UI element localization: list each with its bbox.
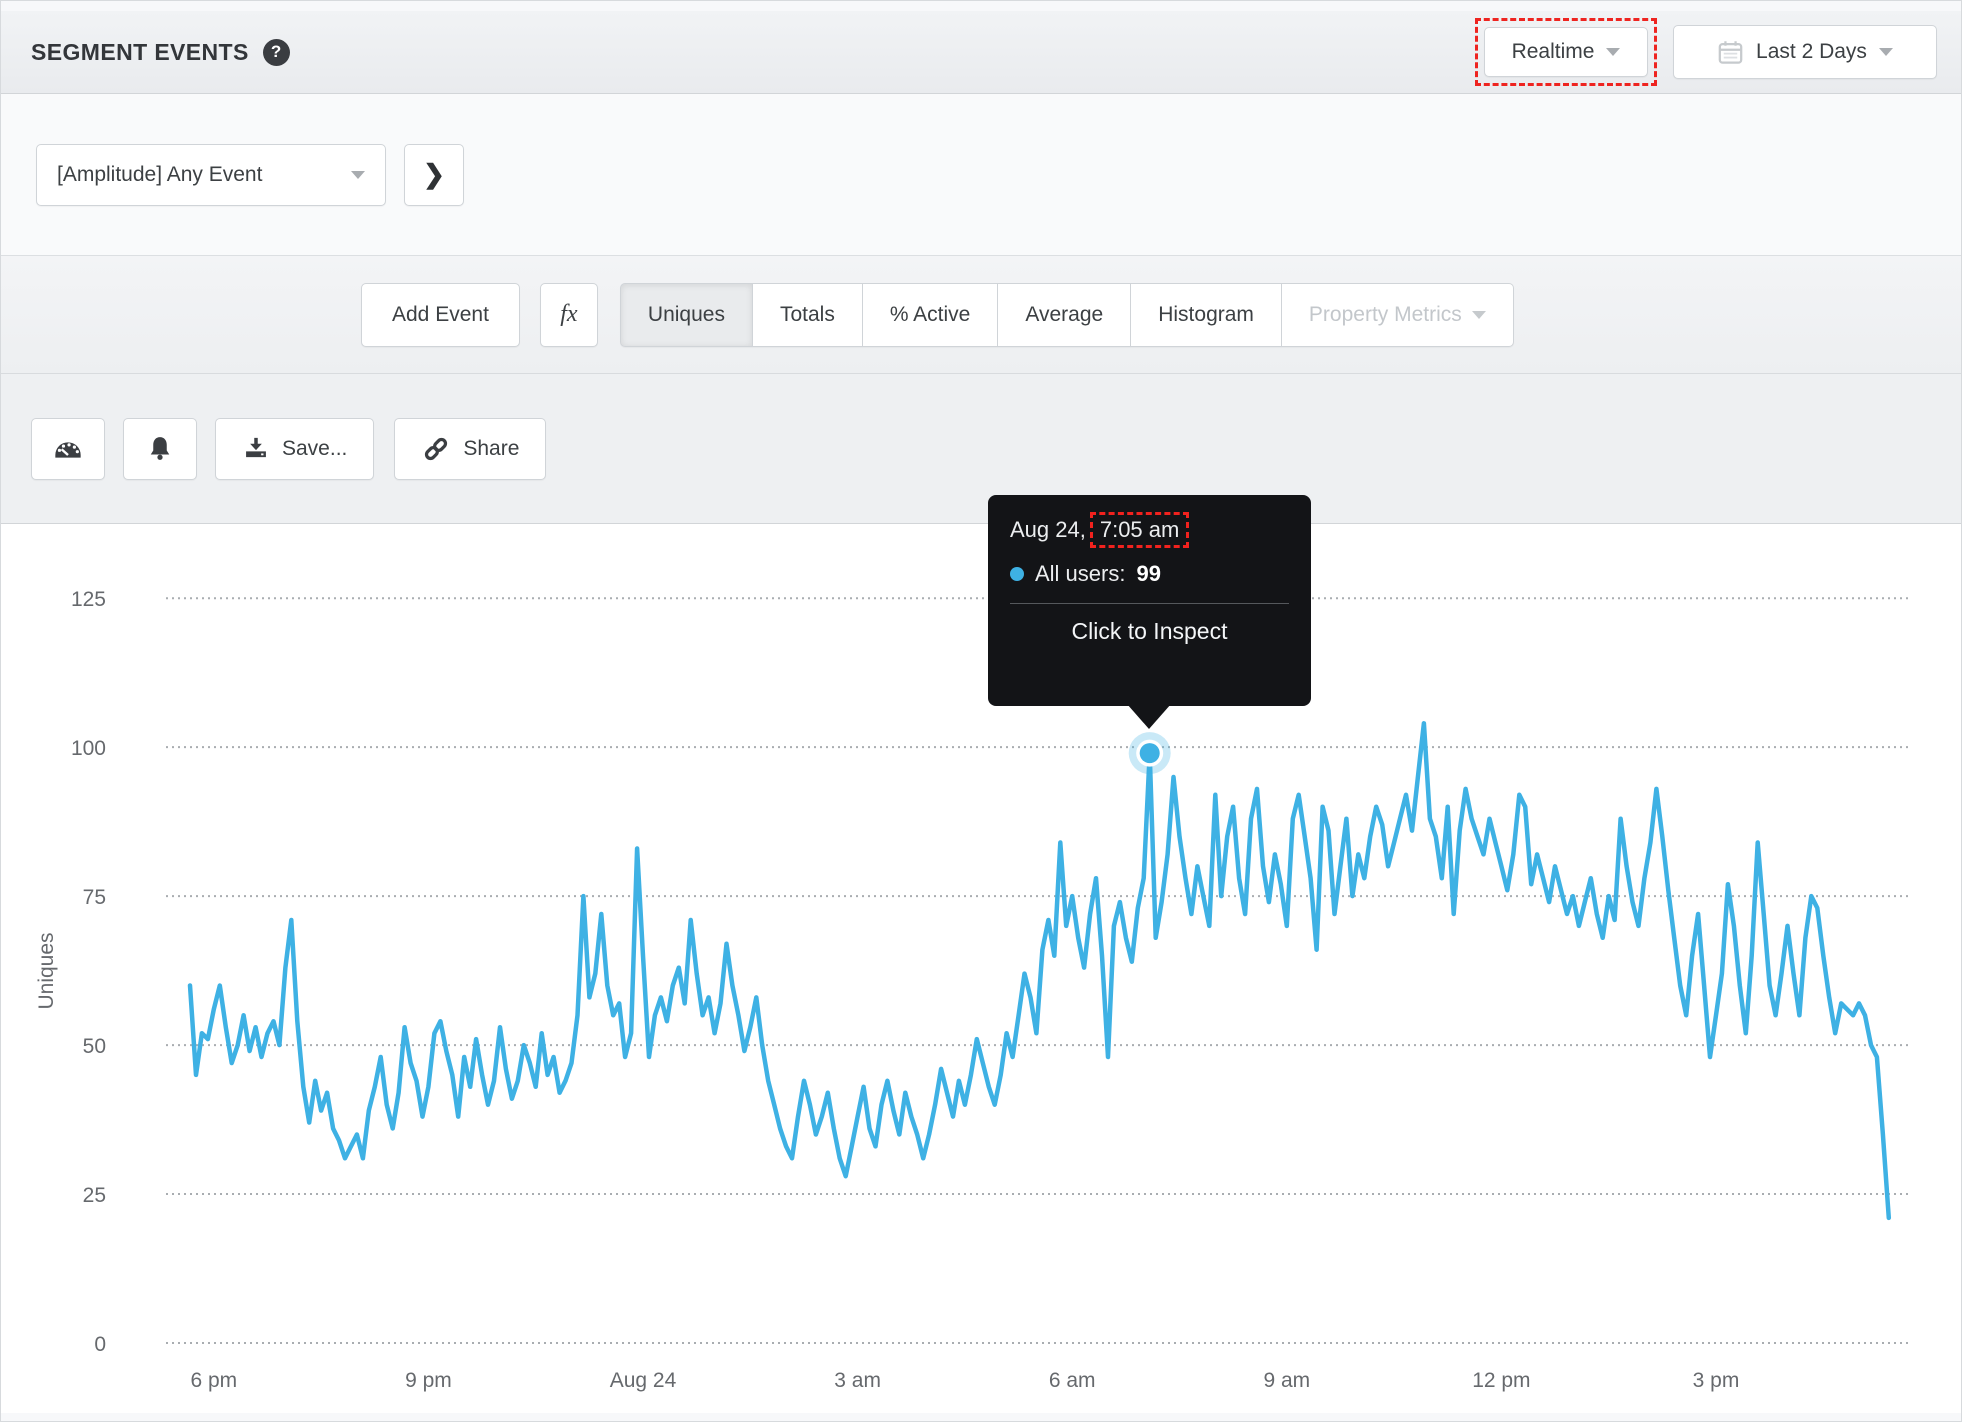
page-title-text: SEGMENT EVENTS — [31, 38, 249, 65]
tab-label: % Active — [889, 302, 971, 326]
y-tick-label: 125 — [71, 588, 106, 611]
segment-events-panel: SEGMENT EVENTS ? Realtime Last 2 Days [A… — [0, 0, 1962, 1422]
download-icon — [242, 435, 270, 463]
help-icon[interactable]: ? — [262, 38, 290, 66]
date-range-label: Last 2 Days — [1756, 40, 1867, 63]
page-title: SEGMENT EVENTS ? — [31, 38, 290, 66]
link-icon — [421, 434, 451, 464]
dashboard-gauge-icon — [52, 433, 84, 465]
x-tick-label: 9 pm — [405, 1369, 452, 1392]
dashboard-button[interactable] — [31, 417, 105, 480]
chevron-down-icon — [351, 170, 365, 179]
tab-uniques[interactable]: Uniques — [619, 282, 753, 347]
chart-toolbar: Save... Share — [1, 374, 1961, 524]
chevron-down-icon — [1471, 310, 1486, 319]
chart-tooltip: Aug 24, 7:05 am All users: 99 Click to I… — [988, 495, 1311, 706]
tab-label: Histogram — [1158, 302, 1254, 326]
tab--active[interactable]: % Active — [862, 282, 999, 347]
tooltip-divider — [1010, 603, 1289, 604]
x-tick-label: 6 pm — [190, 1369, 237, 1392]
header-controls: Realtime Last 2 Days — [1475, 18, 1937, 86]
y-tick-label: 0 — [94, 1333, 106, 1356]
y-tick-label: 25 — [83, 1184, 106, 1207]
event-selector-label: [Amplitude] Any Event — [57, 162, 263, 186]
tooltip-series-label: All users: — [1035, 561, 1126, 586]
tab-property-metrics[interactable]: Property Metrics — [1281, 282, 1514, 347]
x-tick-label: 12 pm — [1472, 1369, 1530, 1392]
tooltip-timestamp: Aug 24, 7:05 am — [1010, 512, 1289, 548]
add-event-button[interactable]: Add Event — [361, 282, 520, 347]
y-tick-label: 50 — [83, 1035, 106, 1058]
metric-controls-row: Add Event fx Uniques Totals % Active Averag… — [1, 256, 1961, 374]
tab-average[interactable]: Average — [998, 282, 1132, 347]
chevron-right-icon: ❯ — [423, 159, 445, 189]
tooltip-time: 7:05 am — [1099, 517, 1180, 542]
formula-button[interactable]: fx — [539, 282, 598, 347]
tab-histogram[interactable]: Histogram — [1131, 282, 1282, 347]
date-range-dropdown[interactable]: Last 2 Days — [1673, 25, 1937, 79]
tab-label: Average — [1025, 302, 1104, 326]
x-tick-label: 3 am — [834, 1369, 881, 1392]
expand-event-button[interactable]: ❯ — [404, 143, 464, 206]
highlighted-data-point[interactable] — [1139, 743, 1160, 764]
tab-label: Uniques — [647, 302, 725, 326]
notifications-button[interactable] — [123, 417, 197, 480]
tab-label: Property Metrics — [1308, 302, 1462, 326]
event-selector-row: [Amplitude] Any Event ❯ — [1, 94, 1961, 256]
y-axis-title: Uniques — [35, 932, 58, 1009]
chart-area: 0 25 50 75 100 125 Uniques 6 pm 9 pm Aug 24 3 am 6 … — [1, 524, 1961, 1413]
header-bar: SEGMENT EVENTS ? Realtime Last 2 Days — [1, 11, 1961, 94]
window-frame-bottom — [1, 1413, 1961, 1421]
tooltip-time-highlight-annotation: 7:05 am — [1089, 512, 1190, 548]
tooltip-value: 99 — [1136, 561, 1161, 586]
save-button-label: Save... — [282, 436, 348, 460]
tooltip-series-row: All users: 99 — [1010, 561, 1289, 587]
share-button[interactable]: Share — [394, 417, 547, 480]
series-color-dot — [1010, 567, 1024, 581]
event-selector-dropdown[interactable]: [Amplitude] Any Event — [36, 143, 386, 206]
calendar-icon — [1717, 39, 1744, 66]
bell-icon — [145, 434, 175, 464]
chevron-down-icon — [1606, 48, 1621, 56]
realtime-dropdown-label: Realtime — [1511, 40, 1595, 63]
x-tick-label: 9 am — [1263, 1369, 1310, 1392]
x-tick-label: 3 pm — [1693, 1369, 1740, 1392]
y-tick-label: 100 — [71, 737, 106, 760]
line-chart[interactable]: 0 25 50 75 100 125 Uniques 6 pm 9 pm Aug 24 3 am 6 … — [1, 524, 1962, 1413]
realtime-dropdown[interactable]: Realtime — [1484, 27, 1648, 77]
x-tick-label: Aug 24 — [610, 1369, 677, 1392]
tooltip-arrow — [1127, 704, 1171, 729]
save-button[interactable]: Save... — [215, 417, 375, 480]
click-to-inspect-label[interactable]: Click to Inspect — [1010, 618, 1289, 645]
x-tick-label: 6 am — [1049, 1369, 1096, 1392]
tooltip-date: Aug 24, — [1010, 517, 1086, 542]
tab-label: Totals — [779, 302, 835, 326]
series-all-users-line[interactable] — [187, 721, 1892, 1221]
share-button-label: Share — [463, 436, 520, 460]
window-frame-top — [1, 1, 1961, 11]
realtime-highlight-annotation: Realtime — [1475, 18, 1657, 86]
metric-tab-group: Uniques Totals % Active Average Histogram Pro… — [619, 282, 1514, 347]
y-tick-label: 75 — [83, 886, 106, 909]
chevron-down-icon — [1878, 48, 1893, 56]
tab-totals[interactable]: Totals — [752, 282, 863, 347]
